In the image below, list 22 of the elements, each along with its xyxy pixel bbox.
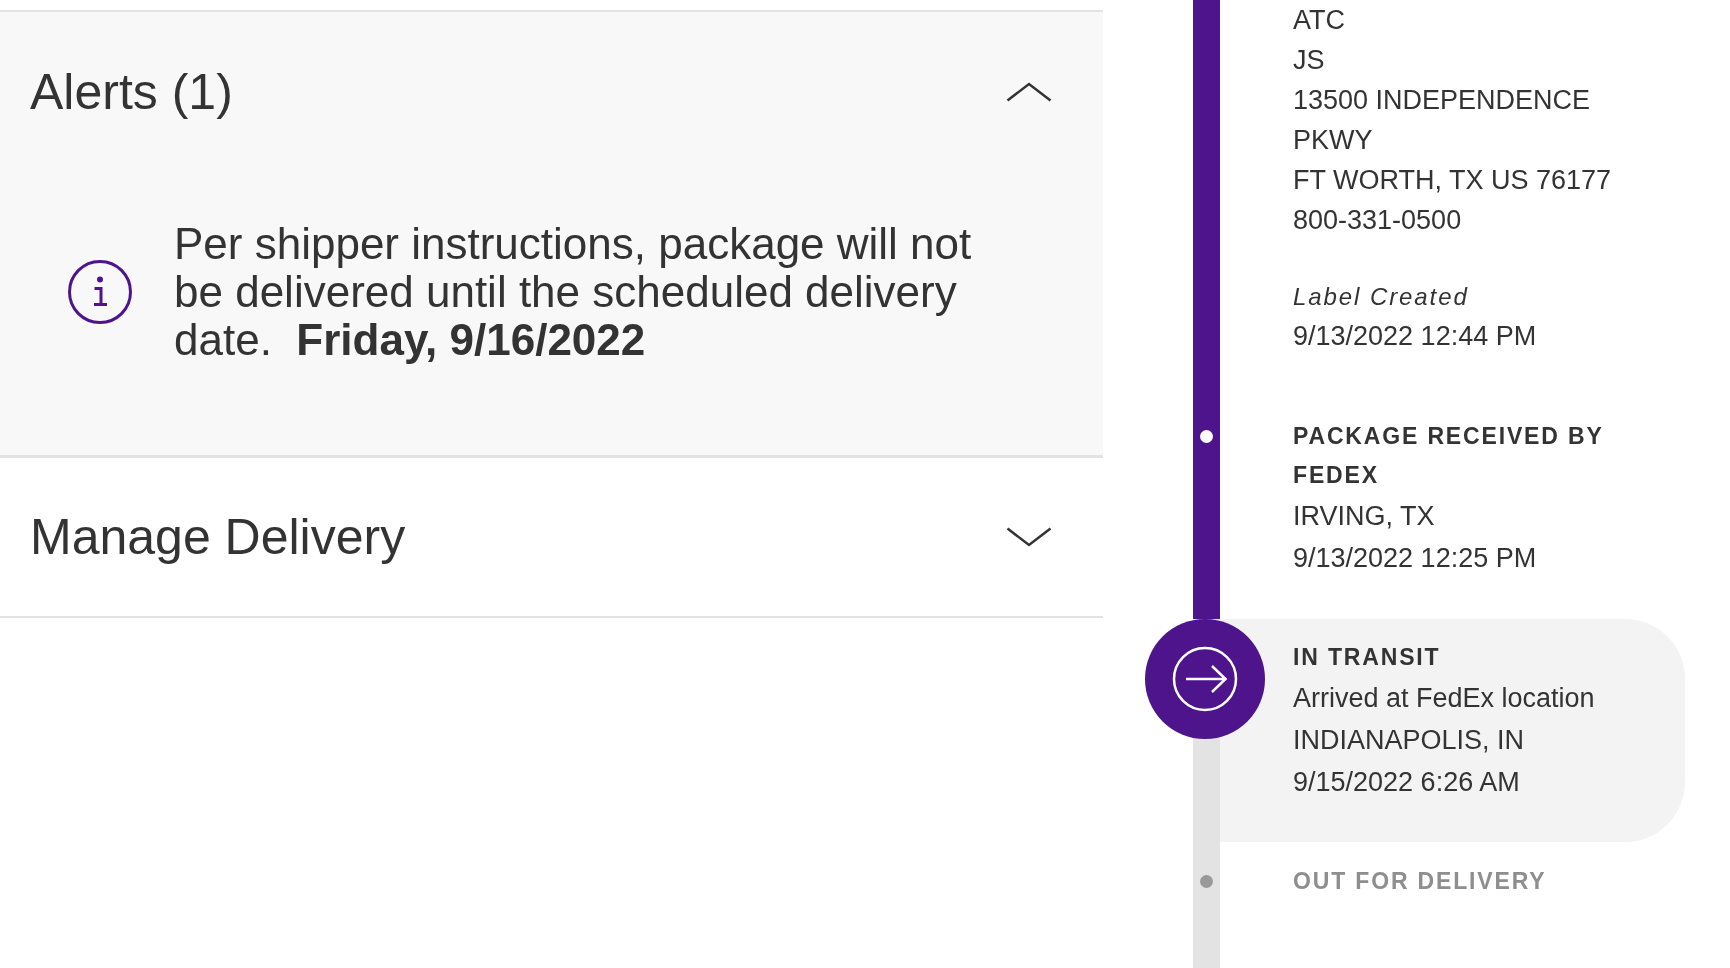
event-title: OUT FOR DELIVERY (1293, 867, 1548, 896)
chevron-up-icon (1006, 82, 1052, 102)
event-detail: IRVING, TX (1293, 500, 1436, 533)
alert-message: Per shipper instructions, package will not be delivered until the scheduled delivery date. Friday, 9/16/2022 (174, 220, 973, 364)
event-title: IN TRANSIT (1293, 643, 1442, 672)
address-line: JS (1293, 44, 1326, 77)
address-line: 13500 INDEPENDENCE (1293, 84, 1592, 117)
event-detail: 9/13/2022 12:44 PM (1293, 320, 1538, 353)
chevron-down-icon (1006, 527, 1052, 547)
event-title: Label Created (1293, 282, 1470, 312)
address-line: ATC (1293, 4, 1346, 37)
event-title: PACKAGE RECEIVED BY FEDEX (1293, 422, 1605, 490)
manage-delivery-toggle[interactable]: Manage Delivery (0, 458, 1103, 616)
event-detail: 9/15/2022 6:26 AM (1293, 766, 1521, 799)
address-line: PKWY (1293, 124, 1374, 157)
address-line: FT WORTH, TX US 76177 (1293, 164, 1613, 197)
alerts-toggle[interactable]: Alerts (1) (0, 12, 1103, 172)
event-detail: 9/13/2022 12:25 PM (1293, 542, 1538, 575)
info-icon (68, 260, 132, 324)
address-line: 800-331-0500 (1293, 204, 1463, 237)
event-detail: Arrived at FedEx location (1293, 682, 1596, 715)
event-detail: INDIANAPOLIS, IN (1293, 724, 1526, 757)
